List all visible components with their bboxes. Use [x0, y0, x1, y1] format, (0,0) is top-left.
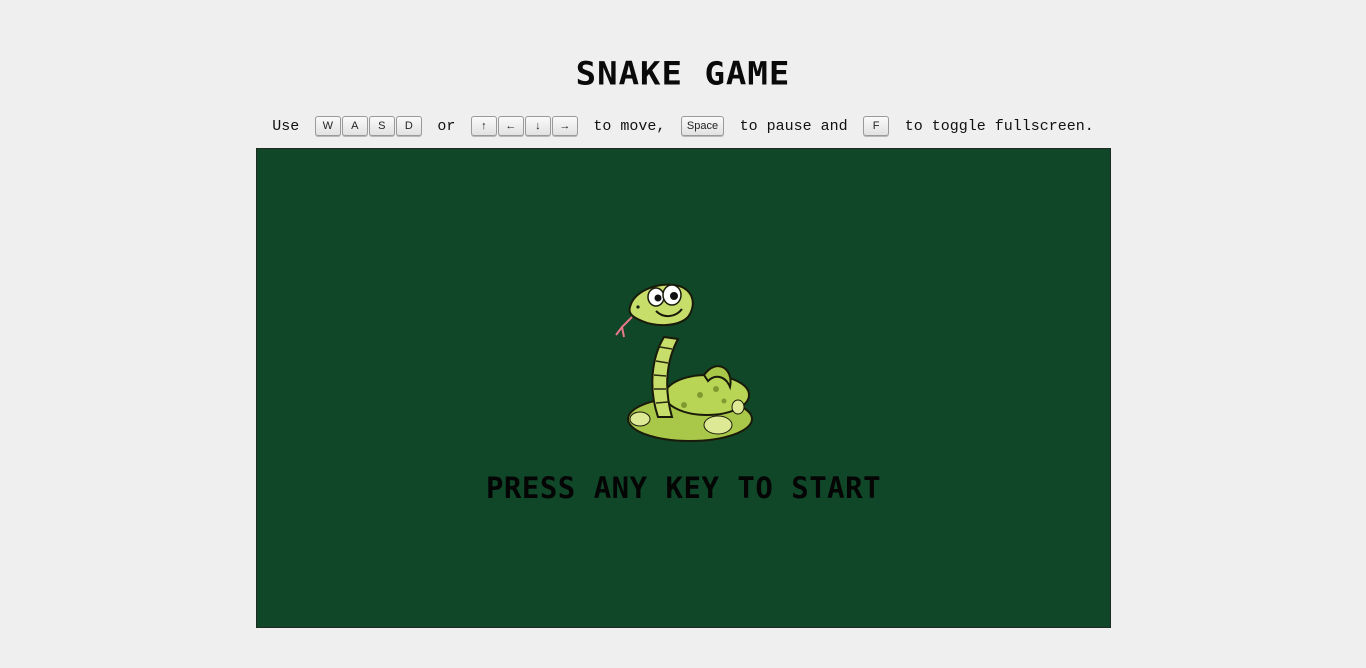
- key-w: W: [314, 116, 341, 136]
- key-arrow-up: ↑: [470, 116, 497, 136]
- key-arrow-left: ←: [497, 116, 524, 136]
- key-space: Space: [680, 116, 725, 136]
- start-prompt: PRESS ANY KEY TO START: [485, 471, 882, 505]
- key-arrow-right: →: [551, 116, 578, 136]
- key-f: F: [863, 116, 890, 136]
- key-s: S: [368, 116, 395, 136]
- instruction-use-text: Use: [272, 118, 300, 135]
- instruction-or-text: or: [437, 118, 456, 135]
- key-a: A: [341, 116, 368, 136]
- game-board[interactable]: PRESS ANY KEY TO START: [256, 148, 1111, 628]
- instruction-fullscreen-text: to toggle fullscreen.: [904, 118, 1094, 135]
- controls-instructions: Use WASD or ↑ ← ↓ → to move, Space to pause…: [0, 116, 1366, 138]
- instruction-pause-text: to pause and: [739, 118, 848, 135]
- page-title: SNAKE GAME: [575, 55, 791, 93]
- instruction-move-text: to move,: [593, 118, 666, 135]
- key-arrow-down: ↓: [524, 116, 551, 136]
- snake-mascot-icon: [615, 283, 753, 442]
- key-d: D: [395, 116, 422, 136]
